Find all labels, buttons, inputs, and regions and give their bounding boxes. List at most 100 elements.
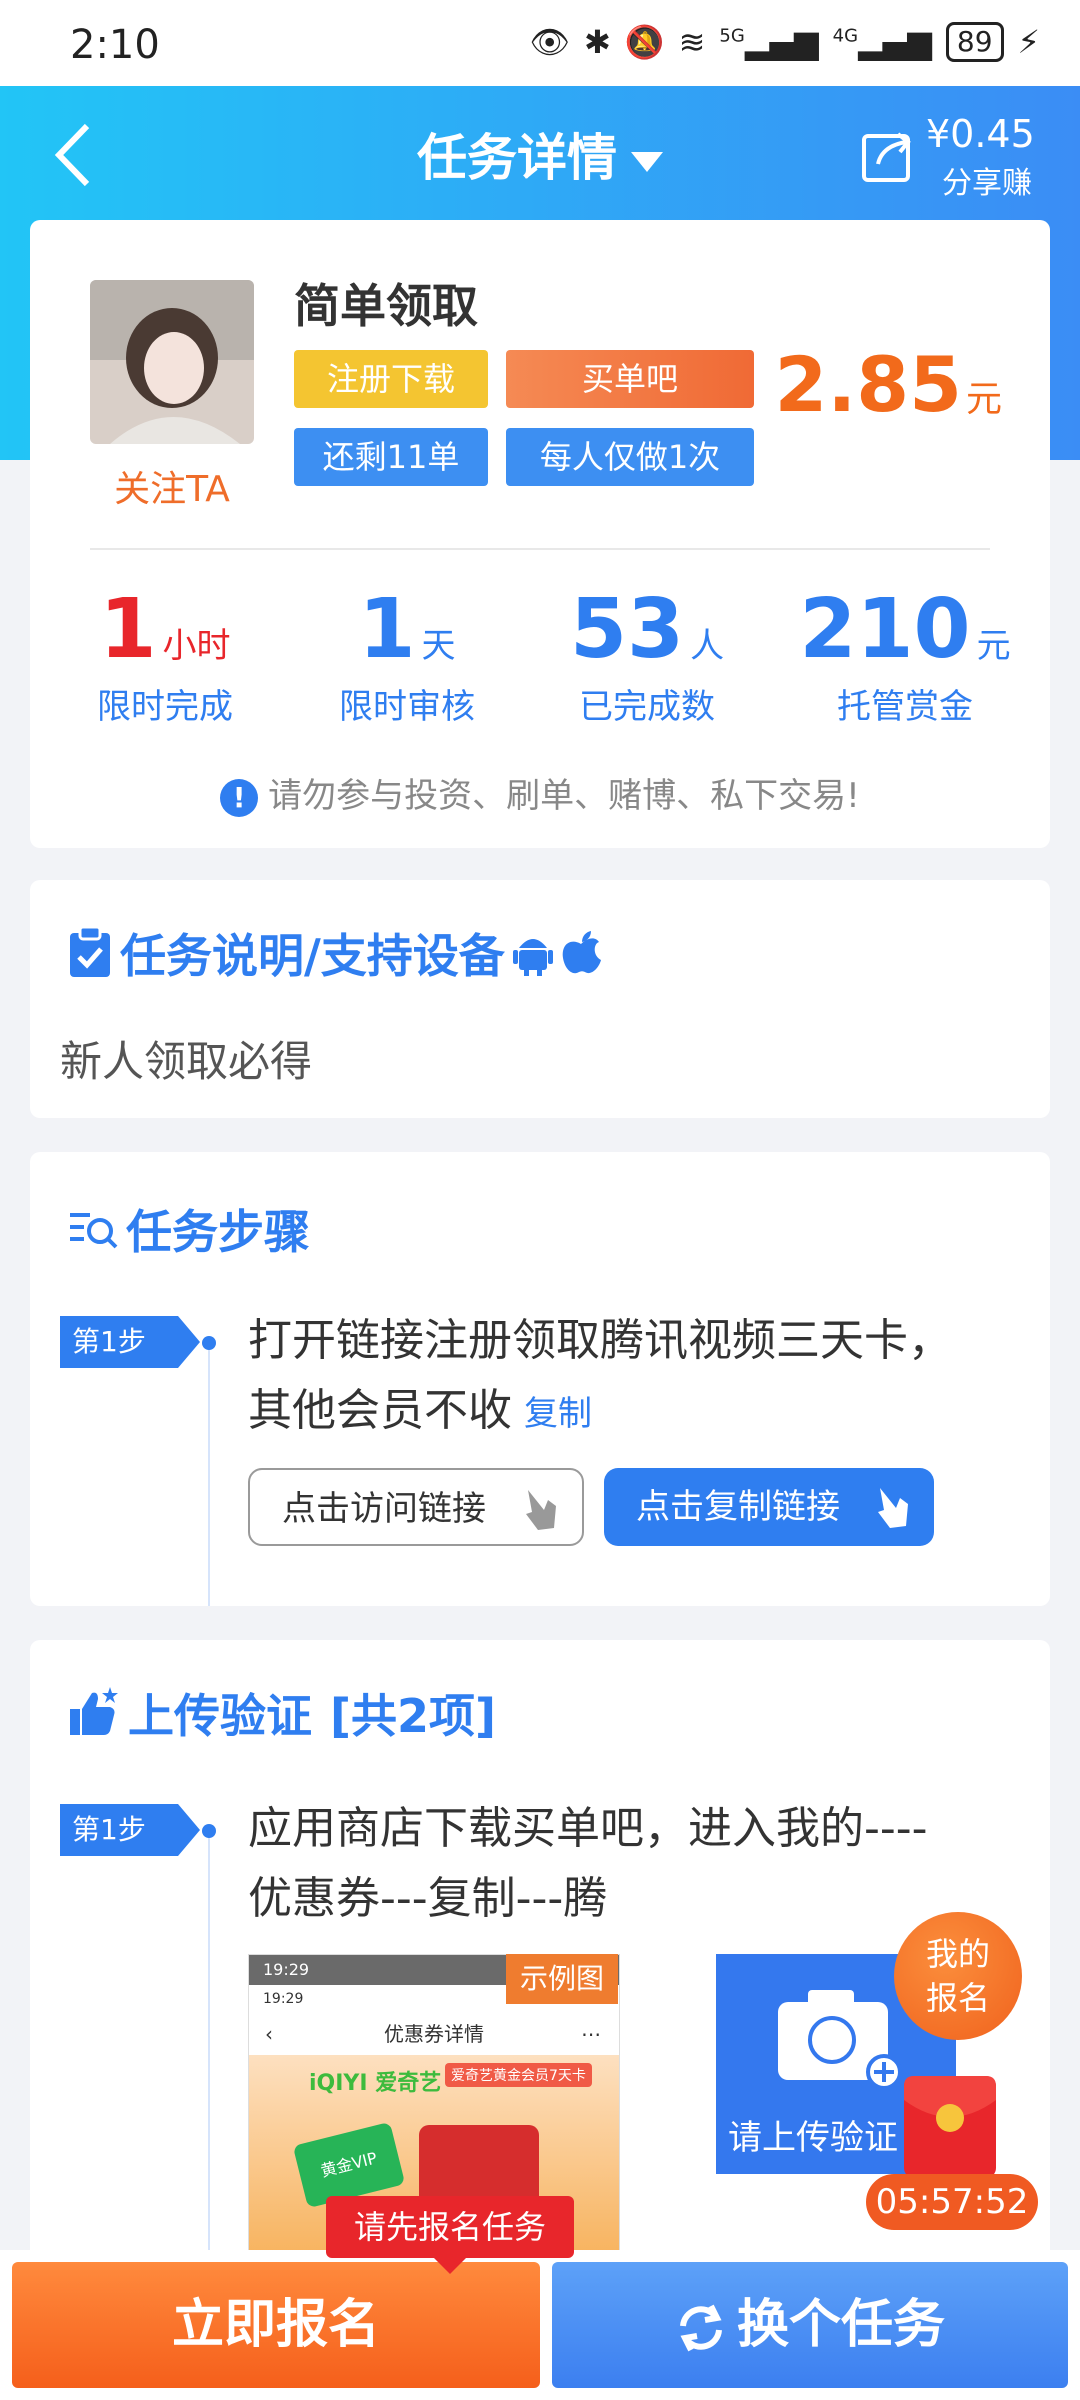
android-icon	[512, 939, 553, 976]
description-title-text: 任务说明/支持设备	[120, 929, 505, 983]
search-list-icon	[70, 1213, 118, 1249]
charging-icon: ⚡	[1017, 23, 1040, 61]
description-text: 新人领取必得	[60, 1037, 313, 1086]
step-text-line: 打开链接注册领取腾讯视频三天卡，	[248, 1315, 952, 1366]
page-title-text: 任务详情	[417, 129, 617, 187]
stat-value: 1	[99, 582, 157, 677]
stat-escrow: 210 元 托管赏金	[790, 582, 1020, 728]
price-value: 2.85	[774, 340, 962, 429]
switch-task-button[interactable]: 换个任务	[552, 2262, 1068, 2388]
upload-title: 上传验证 [共2项]	[68, 1680, 496, 1746]
example-header-text: 优惠券详情	[384, 2022, 484, 2046]
tag-app-name: 买单吧	[506, 350, 754, 408]
copy-link-button[interactable]: 点击复制链接	[604, 1468, 934, 1546]
status-icons: 👁 ✱ 🔕 ≋ 5G▂▄▆ 4G▂▄▆ 89 ⚡	[529, 22, 1040, 62]
switch-task-label: 换个任务	[736, 2295, 945, 2355]
description-card: 任务说明/支持设备 新人领取必得	[30, 880, 1050, 1118]
eye-icon: 👁	[529, 23, 570, 61]
step-badge: 第1步	[60, 1804, 200, 1856]
more-icon: ⋯	[581, 2022, 601, 2046]
example-header: ‹ 优惠券详情 ⋯	[249, 2013, 619, 2055]
signup-first-tooltip: 请先报名任务	[326, 2196, 574, 2274]
my-signup-line: 我的	[925, 1935, 990, 1973]
task-summary-card: 关注TA 简单领取 注册下载 买单吧 还剩11单 每人仅做1次 2.85 元 1小…	[30, 220, 1050, 848]
visit-link-button[interactable]: 点击访问链接	[248, 1468, 584, 1546]
visit-link-label: 点击访问链接	[282, 1489, 486, 1529]
step-text: 打开链接注册领取腾讯视频三天卡， 其他会员不收 复制	[248, 1306, 1008, 1449]
upload-count: [共2项]	[330, 1689, 497, 1743]
status-time: 2:10	[70, 22, 160, 68]
steps-title: 任务步骤	[68, 1196, 310, 1262]
step-dot	[202, 1824, 216, 1838]
red-envelope-icon[interactable]	[896, 2072, 1004, 2182]
tag-limit: 每人仅做1次	[506, 428, 754, 486]
apple-icon	[562, 931, 601, 974]
step-badge: 第1步	[60, 1316, 200, 1368]
divider	[90, 548, 990, 550]
task-name: 简单领取	[294, 279, 478, 333]
hand-pointer-icon	[526, 1490, 556, 1530]
step-text-line: 优惠券---复制---腾	[248, 1873, 608, 1924]
follow-button[interactable]: 关注TA	[90, 460, 254, 512]
stat-value: 53	[569, 582, 685, 677]
stat-label: 限时完成	[97, 687, 233, 727]
status-bar: 2:10 👁 ✱ 🔕 ≋ 5G▂▄▆ 4G▂▄▆ 89 ⚡	[0, 0, 1080, 86]
stat-review-limit: 1天 限时审核	[292, 582, 522, 728]
share-icon	[862, 132, 911, 182]
price-unit: 元	[965, 379, 1002, 420]
example-brand: iQIYI 爱奇艺	[309, 2071, 442, 2096]
signal-4g-icon: 4G▂▄▆	[832, 23, 932, 61]
countdown-timer: 05:57:52	[866, 2174, 1038, 2230]
stat-label: 托管赏金	[837, 687, 973, 727]
signal-5g-icon: 5G▂▄▆	[719, 23, 819, 61]
stat-value: 210	[799, 582, 971, 677]
step-timeline	[208, 1830, 210, 2260]
avatar[interactable]	[90, 280, 254, 444]
steps-card: 任务步骤 第1步 打开链接注册领取腾讯视频三天卡， 其他会员不收 复制 点击访问链…	[30, 1152, 1050, 1606]
stat-value: 1	[358, 582, 416, 677]
example-tag: 示例图	[506, 1954, 618, 2004]
copy-link-label: 点击复制链接	[636, 1487, 840, 1527]
mute-icon: 🔕	[624, 23, 665, 61]
stat-unit: 元	[976, 626, 1011, 666]
description-title: 任务说明/支持设备	[68, 920, 601, 986]
warning-notice: ! 请勿参与投资、刷单、赌博、私下交易!	[30, 768, 1050, 817]
tag-remaining: 还剩11单	[294, 428, 488, 486]
example-promo-tag: 爱奇艺黄金会员7天卡	[445, 2063, 592, 2087]
clipboard-check-icon	[70, 927, 110, 977]
bluetooth-icon: ✱	[583, 23, 611, 61]
share-amount: ¥0.45	[926, 112, 1035, 156]
exclamation-icon: !	[220, 778, 259, 817]
camera-icon	[778, 1990, 902, 2090]
my-signup-button[interactable]: 我的 报名	[894, 1912, 1022, 2040]
warning-text: 请勿参与投资、刷单、赌博、私下交易!	[268, 776, 860, 816]
thumbs-up-icon	[70, 1687, 118, 1735]
my-signup-line: 报名	[925, 1979, 990, 2017]
step-text-line: 其他会员不收	[248, 1385, 512, 1436]
share-label: 分享赚	[942, 166, 1032, 201]
battery-icon: 89	[945, 22, 1004, 62]
stat-completed: 53 人 已完成数	[532, 582, 762, 728]
reward-price: 2.85 元	[774, 340, 1002, 429]
upload-label: 请上传验证	[728, 2118, 898, 2158]
tag-register-download: 注册下载	[294, 350, 488, 408]
stat-unit: 天	[421, 626, 456, 666]
chevron-left-icon: ‹	[265, 2022, 273, 2046]
hand-pointer-icon	[878, 1488, 908, 1528]
signup-now-button[interactable]: 立即报名	[12, 2262, 540, 2388]
stat-unit: 人	[690, 626, 725, 666]
stat-label: 限时审核	[339, 687, 475, 727]
step-timeline	[208, 1342, 210, 1606]
upload-step-text: 应用商店下载买单吧，进入我的---- 优惠券---复制---腾	[248, 1794, 1008, 1934]
step-dot	[202, 1336, 216, 1350]
dropdown-caret-icon	[631, 151, 663, 172]
steps-title-text: 任务步骤	[126, 1205, 310, 1259]
share-earn-button[interactable]: ¥0.45 分享赚	[860, 112, 1050, 201]
refresh-icon	[679, 2304, 722, 2352]
upload-title-text: 上传验证	[128, 1689, 312, 1743]
stat-time-limit: 1 小时 限时完成	[50, 582, 280, 728]
stat-unit: 小时	[162, 626, 231, 666]
copy-link[interactable]: 复制	[524, 1394, 592, 1434]
step-text-line: 应用商店下载买单吧，进入我的----	[248, 1803, 928, 1854]
stat-label: 已完成数	[579, 687, 715, 727]
